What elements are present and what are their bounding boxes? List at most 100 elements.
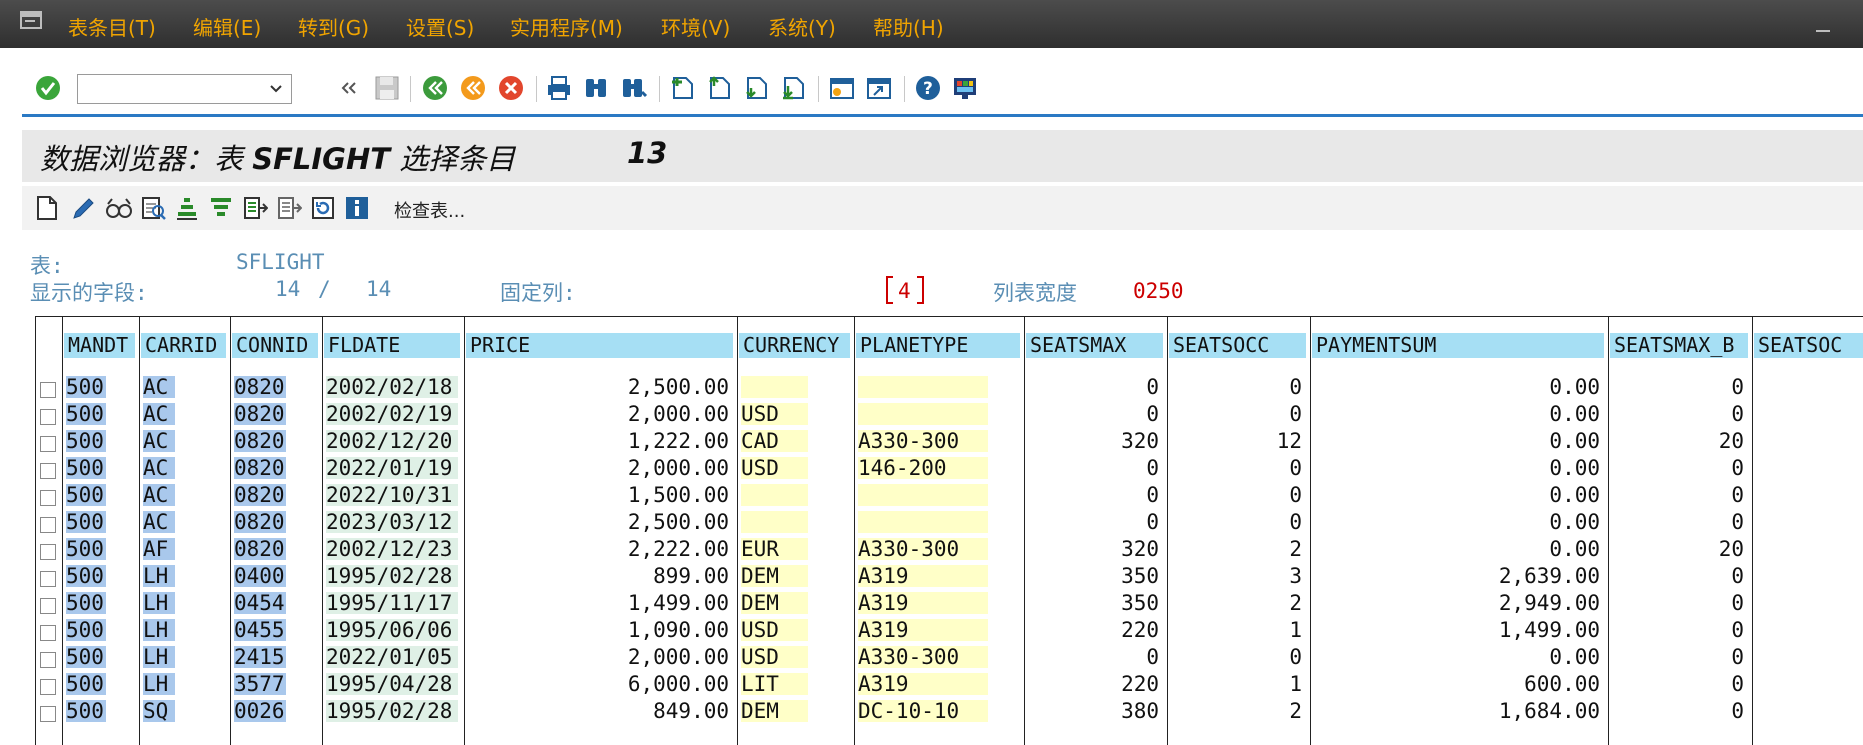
cell-seatsmax_b[interactable]: 0 [1612,403,1748,425]
cell-connid[interactable]: 0820 [234,457,286,479]
menu-environment[interactable]: 环境(V) [661,12,730,41]
back-icon[interactable] [421,74,449,102]
column-header-mandt[interactable]: MANDT [64,333,135,358]
cell-planetype[interactable]: A330-300 [858,430,988,452]
cell-price[interactable]: 1,090.00 [468,619,733,641]
cell-seatsmax_b[interactable]: 0 [1612,511,1748,533]
cell-planetype[interactable]: A319 [858,619,988,641]
cell-fldate[interactable]: 2022/10/31 [326,484,458,506]
column-header-paymentsum[interactable]: PAYMENTSUM [1312,333,1604,358]
cell-paymentsum[interactable]: 1,499.00 [1314,619,1604,641]
cell-carrid[interactable]: AC [143,511,175,533]
cell-planetype[interactable]: 146-200 [858,457,988,479]
cell-seatsmax_b[interactable]: 0 [1612,673,1748,695]
cell-seatsocc[interactable]: 0 [1171,484,1306,506]
cell-seatsmax[interactable]: 0 [1028,403,1163,425]
cell-seatsmax_b[interactable]: 20 [1612,538,1748,560]
cell-mandt[interactable]: 500 [66,646,106,668]
sort-ascending-icon[interactable] [174,194,200,222]
cell-mandt[interactable]: 500 [66,565,106,587]
cell-paymentsum[interactable]: 0.00 [1314,646,1604,668]
cell-seatsocc[interactable]: 2 [1171,538,1306,560]
cell-seatsmax[interactable]: 350 [1028,592,1163,614]
cell-paymentsum[interactable]: 600.00 [1314,673,1604,695]
cell-seatsmax[interactable]: 220 [1028,673,1163,695]
cell-fldate[interactable]: 2022/01/05 [326,646,458,668]
cell-carrid[interactable]: LH [143,619,175,641]
last-page-icon[interactable] [779,74,807,102]
cell-paymentsum[interactable]: 0.00 [1314,511,1604,533]
row-select-checkbox[interactable] [40,409,56,425]
cell-fldate[interactable]: 1995/11/17 [326,592,458,614]
cell-currency[interactable]: USD [741,619,808,641]
cell-seatsocc[interactable]: 1 [1171,619,1306,641]
row-select-checkbox[interactable] [40,679,56,695]
refresh-icon[interactable] [310,194,336,222]
cell-connid[interactable]: 0820 [234,511,286,533]
layout-icon[interactable] [242,194,268,222]
cell-mandt[interactable]: 500 [66,430,106,452]
cell-seatsocc[interactable]: 0 [1171,511,1306,533]
cell-connid[interactable]: 3577 [234,673,286,695]
cell-mandt[interactable]: 500 [66,673,106,695]
cell-fldate[interactable]: 2002/12/20 [326,430,458,452]
row-select-checkbox[interactable] [40,517,56,533]
cell-price[interactable]: 6,000.00 [468,673,733,695]
cell-seatsoc[interactable] [1756,592,1863,614]
column-header-fldate[interactable]: FLDATE [324,333,460,358]
menu-help[interactable]: 帮助(H) [873,12,944,41]
row-select-checkbox[interactable] [40,571,56,587]
cell-price[interactable]: 2,222.00 [468,538,733,560]
cell-mandt[interactable]: 500 [66,619,106,641]
cell-seatsocc[interactable]: 0 [1171,457,1306,479]
cell-carrid[interactable]: AC [143,484,175,506]
cell-planetype[interactable] [858,403,988,425]
back-double-icon[interactable] [338,74,360,102]
cell-carrid[interactable]: AC [143,457,175,479]
cell-fldate[interactable]: 1995/04/28 [326,673,458,695]
row-select-checkbox[interactable] [40,652,56,668]
cell-mandt[interactable]: 500 [66,403,106,425]
cell-price[interactable]: 1,222.00 [468,430,733,452]
column-header-carrid[interactable]: CARRID [141,333,226,358]
cell-currency[interactable]: LIT [741,673,808,695]
cell-planetype[interactable]: A319 [858,592,988,614]
cell-currency[interactable] [741,376,808,398]
cell-seatsmax_b[interactable]: 0 [1612,376,1748,398]
cell-seatsocc[interactable]: 0 [1171,646,1306,668]
menu-system[interactable]: 系统(Y) [768,12,836,41]
cell-mandt[interactable]: 500 [66,700,106,722]
cell-carrid[interactable]: AF [143,538,175,560]
new-icon[interactable] [34,194,60,222]
customize-layout-icon[interactable] [951,74,979,102]
cell-seatsoc[interactable] [1756,700,1863,722]
cell-seatsocc[interactable]: 0 [1171,376,1306,398]
cell-currency[interactable]: DEM [741,565,808,587]
cell-seatsmax_b[interactable]: 0 [1612,565,1748,587]
cell-fldate[interactable]: 2022/01/19 [326,457,458,479]
chevron-down-icon[interactable] [269,82,283,96]
save-icon[interactable] [373,74,401,102]
cell-seatsmax[interactable]: 350 [1028,565,1163,587]
find-icon[interactable] [582,74,610,102]
cell-carrid[interactable]: AC [143,403,175,425]
cell-price[interactable]: 849.00 [468,700,733,722]
cell-currency[interactable]: USD [741,403,808,425]
find-next-icon[interactable] [620,74,648,102]
cell-seatsoc[interactable] [1756,673,1863,695]
cell-seatsmax_b[interactable]: 20 [1612,430,1748,452]
cell-seatsoc[interactable] [1756,565,1863,587]
next-page-icon[interactable] [742,74,770,102]
cell-fldate[interactable]: 2002/02/18 [326,376,458,398]
cell-carrid[interactable]: LH [143,592,175,614]
command-field[interactable] [77,74,292,104]
cell-paymentsum[interactable]: 0.00 [1314,403,1604,425]
row-select-checkbox[interactable] [40,463,56,479]
row-select-checkbox[interactable] [40,382,56,398]
cell-paymentsum[interactable]: 0.00 [1314,376,1604,398]
cell-seatsocc[interactable]: 1 [1171,673,1306,695]
print-icon[interactable] [545,74,573,102]
menu-table-entry[interactable]: 表条目(T) [68,12,156,41]
cell-currency[interactable] [741,511,808,533]
previous-page-icon[interactable] [705,74,733,102]
